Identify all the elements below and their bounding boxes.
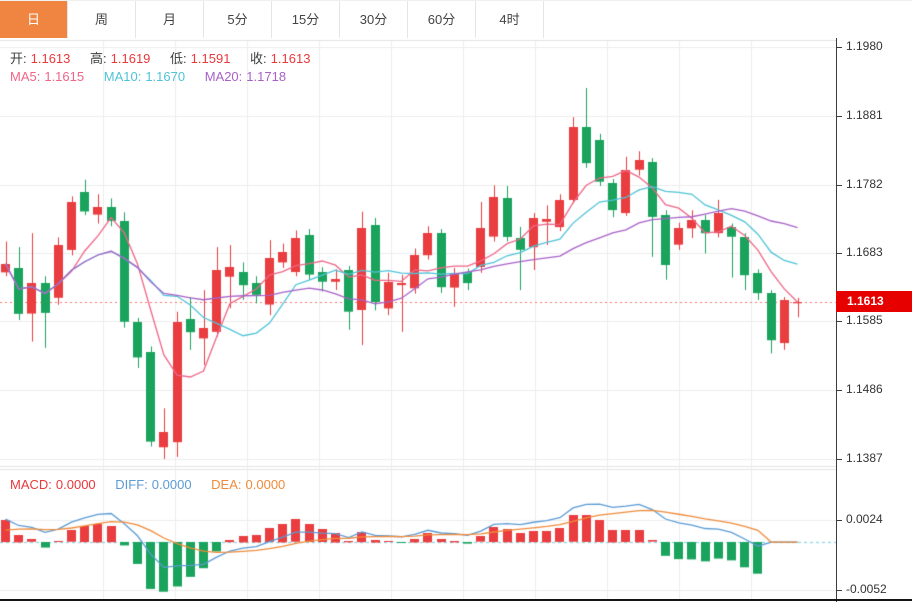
forex-chart-app: 日周月5分15分30分60分4时 1.1980 1.1881 1.1782 1.168…: [0, 0, 912, 605]
tab-60min[interactable]: 60分: [408, 1, 476, 38]
low-label: 低:: [170, 51, 187, 66]
ma5-label: MA5:: [10, 69, 40, 84]
tab-4hour[interactable]: 4时: [476, 1, 544, 38]
high-label: 高:: [90, 51, 107, 66]
ma20-value: 1.1718: [246, 69, 286, 84]
ma20-label: MA20:: [205, 69, 243, 84]
price-tick-label-1-tick: [837, 116, 842, 117]
macd-value: 0.0000: [56, 477, 96, 492]
macd-label: MACD:: [10, 477, 52, 492]
price-tick-label-5-tick: [837, 390, 842, 391]
price-tick-label-4-tick: [837, 321, 842, 322]
bottom-border: [0, 599, 912, 601]
open-label: 开:: [10, 51, 27, 66]
macd-tick-label-0-tick: [837, 520, 842, 521]
macd-tick-label-0: 0.0024: [846, 512, 883, 526]
ma10-value: 1.1670: [145, 69, 185, 84]
open-value: 1.1613: [31, 51, 71, 66]
low-value: 1.1591: [191, 51, 231, 66]
price-tick-label-2: 1.1782: [846, 177, 883, 191]
price-tick-label-4: 1.1585: [846, 313, 883, 327]
ma5-value: 1.1615: [44, 69, 84, 84]
tab-15min[interactable]: 15分: [272, 1, 340, 38]
diff-value: 0.0000: [152, 477, 192, 492]
price-tick-label-3-tick: [837, 253, 842, 254]
dea-label: DEA:: [211, 477, 241, 492]
tab-30min[interactable]: 30分: [340, 1, 408, 38]
ma-readout: MA5: 1.1615 MA10:1.1670 MA20:1.1718: [10, 69, 290, 84]
macd-tick-label-1-tick: [837, 590, 842, 591]
diff-label: DIFF:: [115, 477, 148, 492]
ohlc-readout: 开: 1.1613 高: 1.1619 低: 1.1591 收: 1.1613: [10, 48, 314, 67]
high-value: 1.1619: [111, 51, 151, 66]
price-tick-label-1: 1.1881: [846, 108, 883, 122]
tab-5min[interactable]: 5分: [204, 1, 272, 38]
price-and-macd-chart-canvas[interactable]: [0, 38, 836, 602]
ma10-label: MA10:: [104, 69, 142, 84]
price-tick-label-6-tick: [837, 459, 842, 460]
price-tick-label-2-tick: [837, 185, 842, 186]
price-tick-label-3: 1.1683: [846, 245, 883, 259]
tab-month[interactable]: 月: [136, 1, 204, 38]
current-price-badge: 1.1613: [836, 291, 912, 312]
price-tick-label-5: 1.1486: [846, 382, 883, 396]
tab-day[interactable]: 日: [0, 1, 68, 38]
timeframe-tabbar: 日周月5分15分30分60分4时: [0, 0, 912, 40]
price-tick-label-6: 1.1387: [846, 451, 883, 465]
tab-week[interactable]: 周: [68, 1, 136, 38]
dea-value: 0.0000: [246, 477, 286, 492]
close-value: 1.1613: [271, 51, 311, 66]
price-tick-label-0-tick: [837, 47, 842, 48]
chart-area: [0, 38, 836, 602]
price-tick-label-0: 1.1980: [846, 39, 883, 53]
macd-tick-label-1: -0.0052: [846, 582, 887, 596]
macd-readout: MACD: 0.0000 DIFF: 0.0000 DEA: 0.0000: [10, 477, 289, 492]
close-label: 收:: [250, 51, 267, 66]
